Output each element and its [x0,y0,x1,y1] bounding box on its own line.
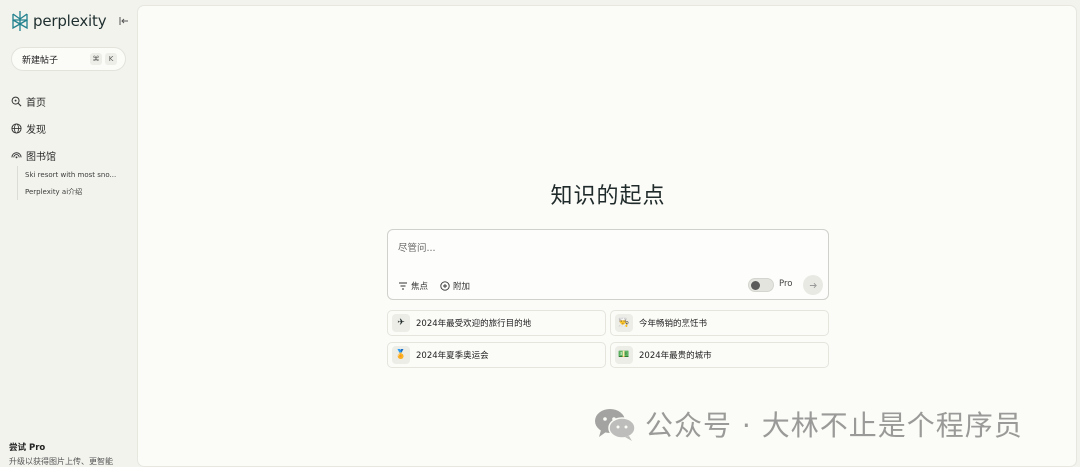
watermark-text: 公众号 · 大林不止是个程序员 [645,409,1023,442]
attach-button[interactable]: 附加 [440,279,470,293]
suggestion-label: 2024年最受欢迎的旅行目的地 [416,319,532,329]
money-icon: 💵 [615,346,633,364]
sidebar: perplexity 新建帖子 ⌘ K 首页 发现 图书馆 Ski resort… [0,0,137,467]
shortcut-k-key: K [105,53,117,65]
suggestion-label: 今年畅销的烹饪书 [639,319,708,329]
sidebar-item-label: 图书馆 [26,152,56,163]
library-icon [11,152,22,159]
sidebar-item-discover[interactable]: 发现 [11,115,131,142]
brand-name: perplexity [33,12,107,30]
collapse-sidebar-button[interactable] [118,14,130,28]
sidebar-item-label: 发现 [26,125,46,136]
new-thread-label: 新建帖子 [22,55,59,66]
try-pro-description: 升级以获得图片上传、更智能 [9,457,113,466]
globe-icon [11,123,22,134]
plus-circle-icon [440,281,450,291]
medal-icon: 🏅 [392,346,410,364]
new-thread-button[interactable]: 新建帖子 ⌘ K [11,47,126,71]
suggestion-label: 2024年夏季奥运会 [416,351,489,361]
main-panel: 知识的起点 焦点 附加 Pro ✈ 2024年最受欢迎的旅行目的地 [137,5,1077,467]
ask-box: 焦点 附加 Pro [387,229,829,300]
arrow-right-icon [809,282,817,288]
shortcut-cmd-key: ⌘ [90,53,102,65]
focus-button[interactable]: 焦点 [398,279,428,293]
focus-label: 焦点 [411,282,429,292]
perplexity-logo-icon [12,11,28,31]
attach-label: 附加 [453,282,471,292]
sidebar-item-label: 首页 [26,98,46,109]
sidebar-item-home[interactable]: 首页 [11,88,131,115]
suggestion-card[interactable]: 💵 2024年最贵的城市 [610,342,829,368]
wechat-icon [595,409,636,441]
ask-input[interactable] [398,240,798,256]
try-pro-title: 尝试 Pro [9,443,46,453]
pro-label: Pro [779,279,793,289]
suggestion-card[interactable]: ✈ 2024年最受欢迎的旅行目的地 [387,310,606,336]
library-thread-item[interactable]: Perplexity ai介绍 [25,183,129,200]
sidebar-nav: 首页 发现 图书馆 [11,88,131,169]
suggestion-label: 2024年最贵的城市 [639,351,712,361]
sidebar-item-library[interactable]: 图书馆 [11,142,131,169]
toggle-knob [751,281,760,290]
suggestion-card[interactable]: 🏅 2024年夏季奥运会 [387,342,606,368]
watermark: 公众号 · 大林不止是个程序员 [593,404,1023,444]
collapse-icon [119,17,128,25]
page-title: 知识的起点 [550,184,666,209]
brand-logo[interactable]: perplexity [11,10,131,32]
airplane-icon: ✈ [392,314,410,332]
submit-button[interactable] [803,275,823,295]
chef-icon: 👨‍🍳 [615,314,633,332]
suggestion-card[interactable]: 👨‍🍳 今年畅销的烹饪书 [610,310,829,336]
pro-toggle[interactable] [748,278,774,292]
library-thread-item[interactable]: Ski resort with most sno... [25,166,129,183]
library-thread-list: Ski resort with most sno... Perplexity a… [17,166,129,200]
try-pro-promo[interactable]: 尝试 Pro 升级以获得图片上传、更智能 [9,441,113,467]
filter-icon [399,282,407,290]
search-icon [11,96,22,107]
